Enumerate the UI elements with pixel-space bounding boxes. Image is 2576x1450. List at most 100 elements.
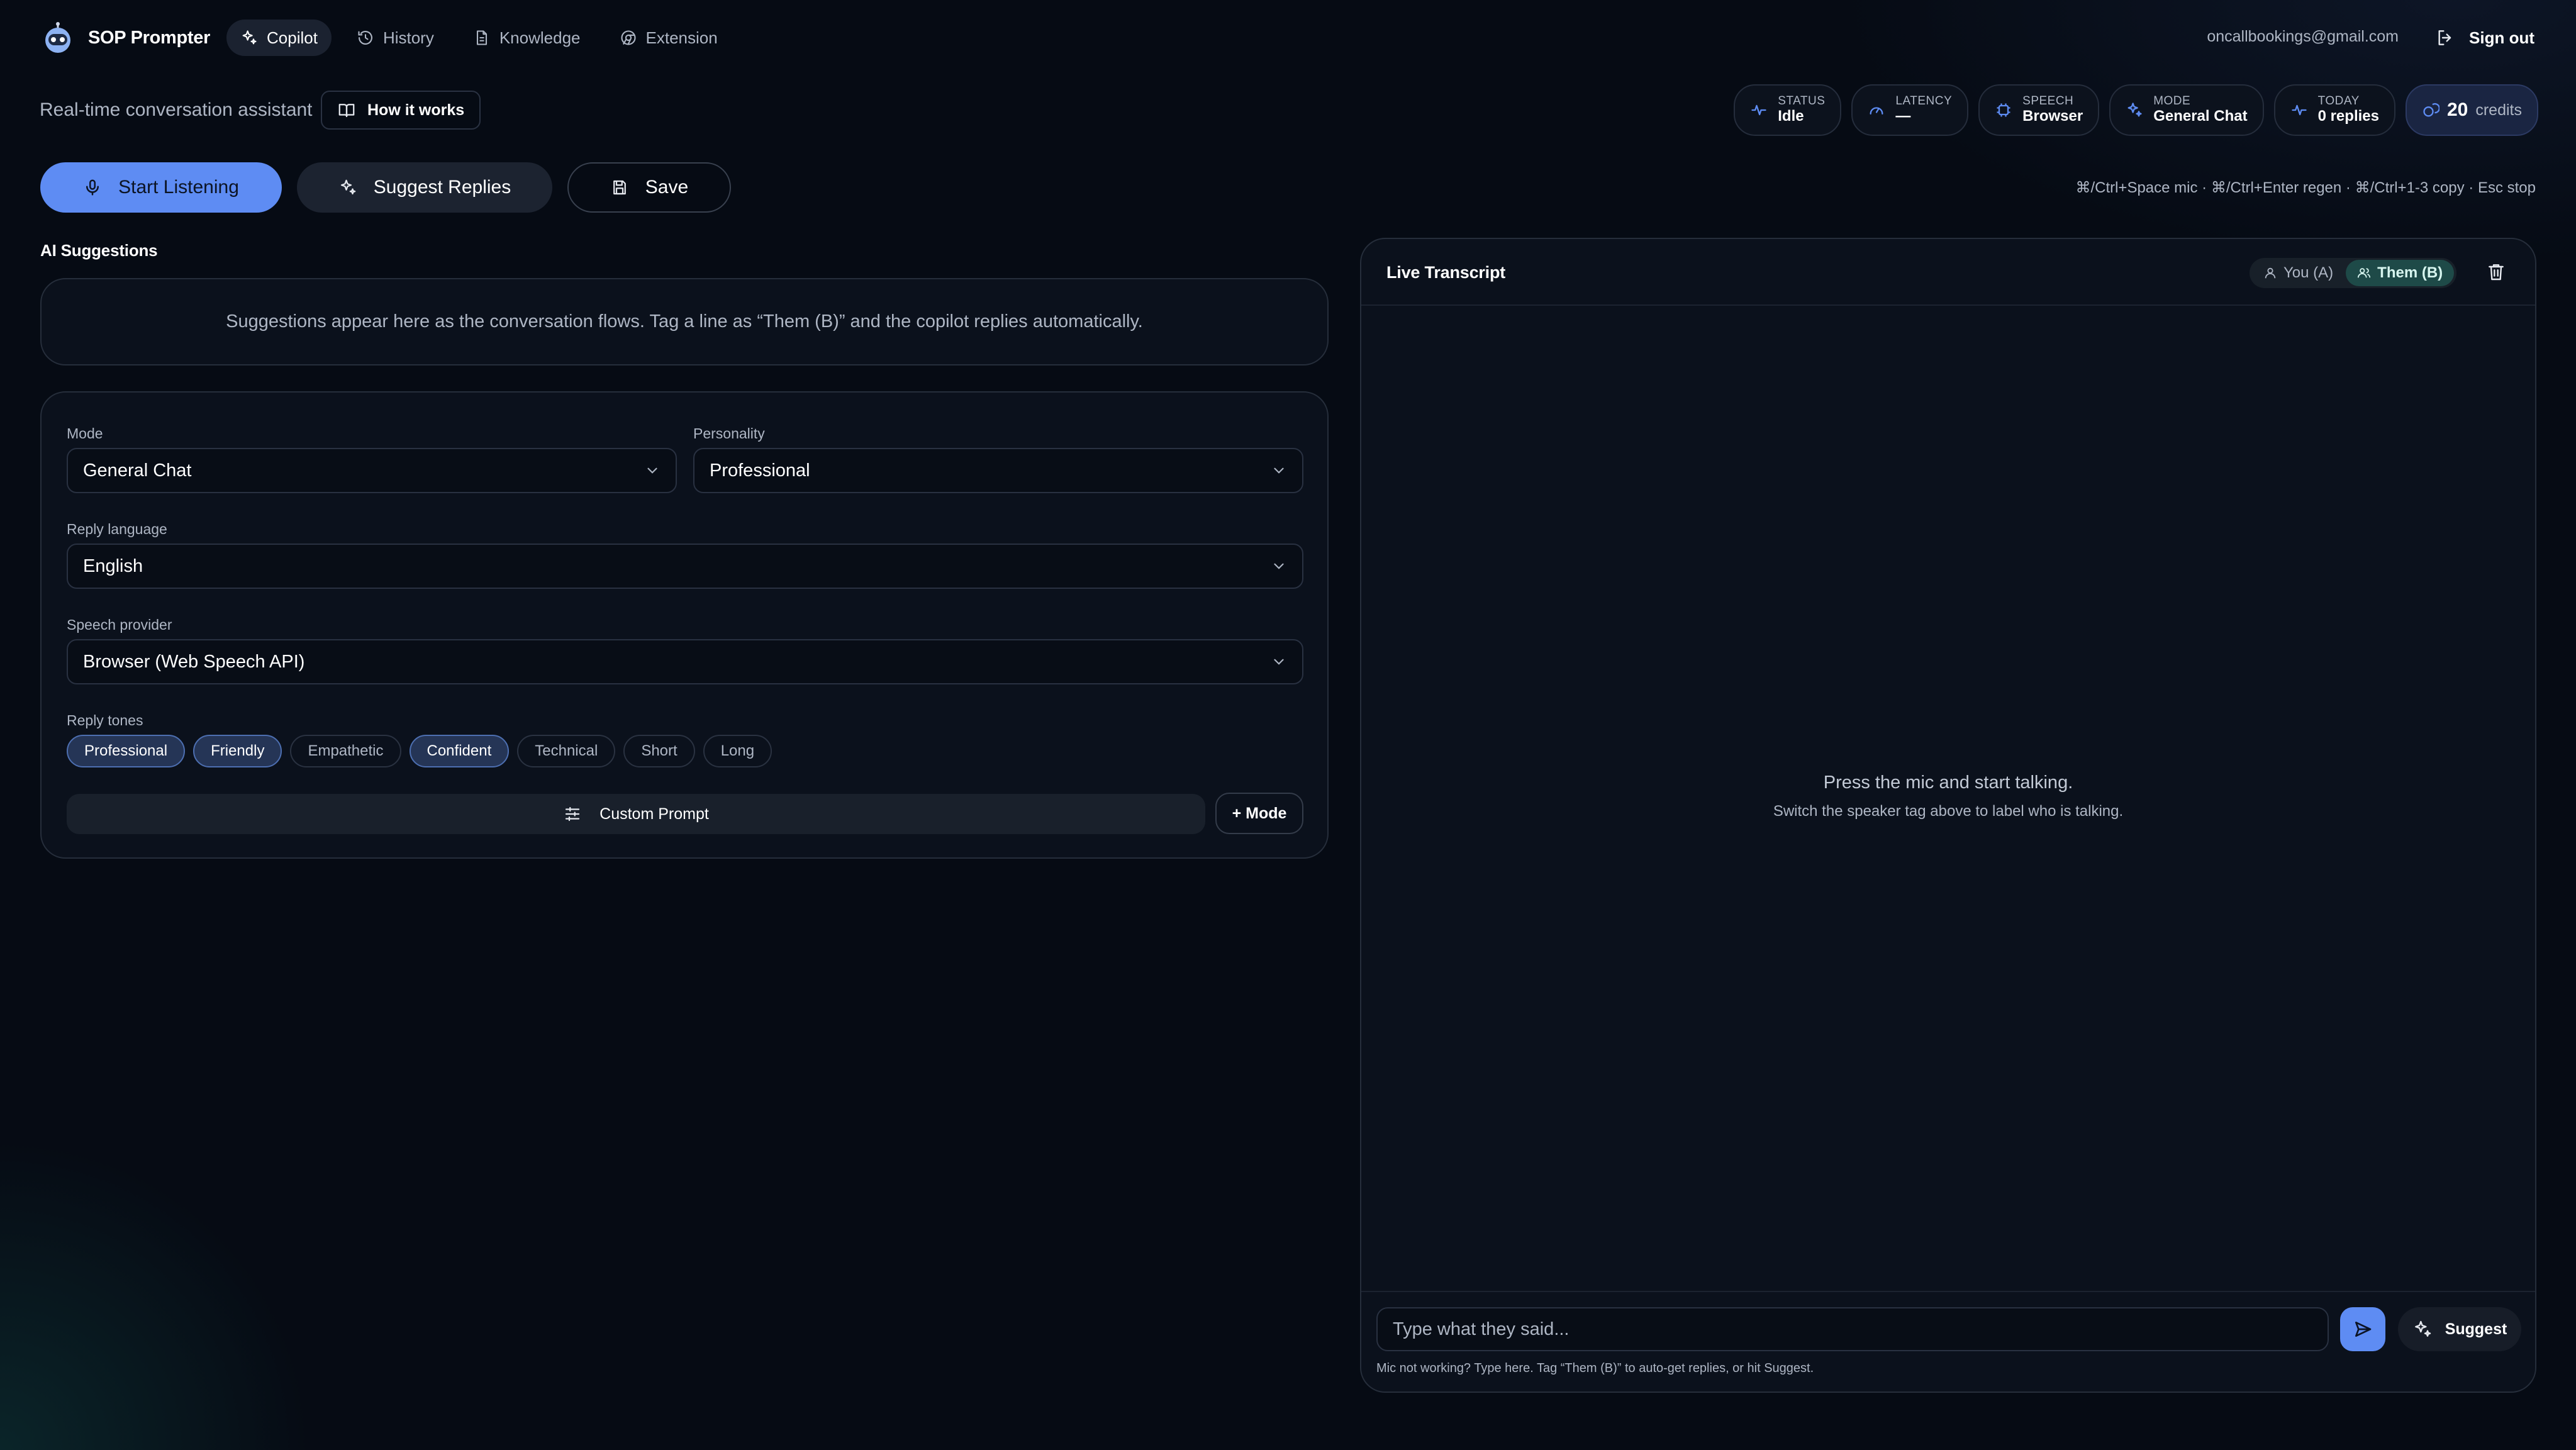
speaker-you-label: You (A) — [2283, 264, 2334, 281]
speech-provider-select-value: Browser (Web Speech API) — [83, 651, 305, 672]
personality-select[interactable]: Professional — [693, 448, 1303, 493]
today-value: 0 replies — [2317, 108, 2379, 125]
transcript-suggest-label: Suggest — [2445, 1320, 2507, 1338]
chip-icon — [1995, 101, 2012, 119]
reply-language-select[interactable]: English — [67, 544, 1303, 589]
tone-technical[interactable]: Technical — [517, 735, 616, 767]
speech-provider-field-label: Speech provider — [67, 616, 172, 633]
add-mode-button[interactable]: + Mode — [1215, 793, 1303, 834]
save-button[interactable]: Save — [567, 162, 731, 213]
mode-pill: Mode General Chat — [2109, 84, 2264, 136]
tone-professional[interactable]: Professional — [67, 735, 186, 767]
coins-icon — [2422, 101, 2439, 119]
speech-pill: Speech Browser — [1978, 84, 2100, 136]
credits-pill[interactable]: 20 credits — [2405, 84, 2538, 136]
logout-icon — [2435, 28, 2455, 48]
microphone-icon — [83, 178, 102, 197]
suggest-replies-label: Suggest Replies — [373, 177, 511, 198]
nav-knowledge-label: Knowledge — [499, 28, 581, 47]
nav-history-label: History — [382, 28, 434, 47]
send-button[interactable] — [2340, 1307, 2385, 1351]
brand[interactable]: SOP Prompter — [42, 21, 210, 54]
nav-extension[interactable]: Extension — [606, 20, 732, 56]
reply-language-field-label: Reply language — [67, 521, 167, 537]
sparkles-icon — [338, 178, 357, 197]
tone-confident[interactable]: Confident — [409, 735, 510, 767]
start-listening-button[interactable]: Start Listening — [40, 162, 282, 213]
tone-short[interactable]: Short — [623, 735, 695, 767]
status-bar: Status Idle Latency — Speech Browser Mod… — [1734, 84, 2538, 136]
how-it-works-button[interactable]: How it works — [321, 91, 481, 130]
nav-knowledge[interactable]: Knowledge — [459, 20, 594, 56]
nav-copilot[interactable]: Copilot — [226, 20, 332, 56]
chevron-down-icon — [1271, 654, 1287, 670]
latency-label: Latency — [1895, 94, 1953, 108]
transcript-input[interactable] — [1376, 1307, 2329, 1351]
live-transcript-panel: Live Transcript You (A) Them (B) Press t… — [1360, 238, 2536, 1393]
personality-field-label: Personality — [693, 425, 765, 442]
save-label: Save — [645, 177, 689, 198]
activity-icon — [1750, 101, 1768, 119]
latency-value: — — [1895, 108, 1911, 125]
user-icon — [2263, 266, 2277, 280]
robot-logo-icon — [42, 21, 74, 54]
sparkles-icon — [2412, 1319, 2433, 1339]
speaker-them-label: Them (B) — [2377, 264, 2443, 281]
mode-field-label: Mode — [67, 425, 103, 442]
mode-value: General Chat — [2153, 108, 2248, 125]
gauge-icon — [1868, 101, 1885, 119]
reply-tones-label: Reply tones — [67, 712, 143, 728]
users-icon — [2357, 266, 2371, 280]
send-icon — [2353, 1319, 2373, 1339]
suggestions-empty-text: Suggestions appear here as the conversat… — [226, 311, 1143, 332]
clear-transcript-button[interactable] — [2484, 259, 2509, 284]
tone-friendly[interactable]: Friendly — [193, 735, 282, 767]
today-label: Today — [2317, 94, 2360, 108]
transcript-input-hint: Mic not working? Type here. Tag “Them (B… — [1376, 1361, 1814, 1375]
speech-provider-select[interactable]: Browser (Web Speech API) — [67, 639, 1303, 684]
custom-prompt-label: Custom Prompt — [599, 805, 709, 823]
speaker-them-button[interactable]: Them (B) — [2346, 260, 2455, 286]
transcript-header: Live Transcript You (A) Them (B) — [1361, 239, 2535, 306]
user-email: oncallbookings@gmail.com — [2207, 28, 2399, 45]
brand-name: SOP Prompter — [88, 27, 211, 48]
history-icon — [357, 29, 374, 47]
save-icon — [610, 178, 629, 197]
sliders-icon — [563, 805, 582, 823]
credits-label: credits — [2475, 101, 2522, 119]
reply-tones-group: Professional Friendly Empathetic Confide… — [67, 735, 772, 767]
tone-long[interactable]: Long — [703, 735, 772, 767]
keyboard-shortcuts-hint: ⌘/Ctrl+Space mic · ⌘/Ctrl+Enter regen · … — [2075, 179, 2536, 196]
settings-card: Mode General Chat Personality Profession… — [40, 391, 1329, 859]
transcript-empty-subtitle: Switch the speaker tag above to label wh… — [1773, 803, 2124, 820]
transcript-title: Live Transcript — [1386, 263, 1506, 282]
chevron-down-icon — [1271, 558, 1287, 574]
nav-history[interactable]: History — [343, 20, 448, 56]
today-pill: Today 0 replies — [2273, 84, 2395, 136]
nav-copilot-label: Copilot — [267, 28, 318, 47]
sparkles-icon — [240, 29, 258, 47]
mode-label: Mode — [2153, 94, 2191, 108]
custom-prompt-button[interactable]: Custom Prompt — [67, 794, 1205, 834]
latency-pill: Latency — — [1851, 84, 1969, 136]
suggestions-panel: Suggestions appear here as the conversat… — [40, 278, 1329, 365]
transcript-footer-divider — [1361, 1291, 2535, 1292]
speaker-you-button[interactable]: You (A) — [2252, 260, 2345, 286]
credits-count: 20 — [2446, 99, 2468, 120]
mode-select[interactable]: General Chat — [67, 448, 677, 493]
tone-empathetic[interactable]: Empathetic — [290, 735, 401, 767]
speech-value: Browser — [2022, 108, 2083, 125]
suggest-replies-button[interactable]: Suggest Replies — [297, 162, 552, 213]
status-value: Idle — [1778, 108, 1804, 125]
chevron-down-icon — [1271, 462, 1287, 479]
sparkles-icon — [2126, 101, 2143, 119]
main-nav: Copilot History Knowledge Extension — [226, 20, 732, 56]
reply-language-select-value: English — [83, 555, 143, 576]
action-bar: Start Listening Suggest Replies Save — [40, 162, 731, 213]
transcript-suggest-button[interactable]: Suggest — [2398, 1307, 2521, 1351]
transcript-empty-title: Press the mic and start talking. — [1823, 772, 2073, 793]
sign-out-button[interactable]: Sign out — [2435, 21, 2534, 54]
speaker-toggle: You (A) Them (B) — [2250, 258, 2457, 288]
mode-select-value: General Chat — [83, 460, 192, 481]
start-listening-label: Start Listening — [118, 177, 239, 198]
